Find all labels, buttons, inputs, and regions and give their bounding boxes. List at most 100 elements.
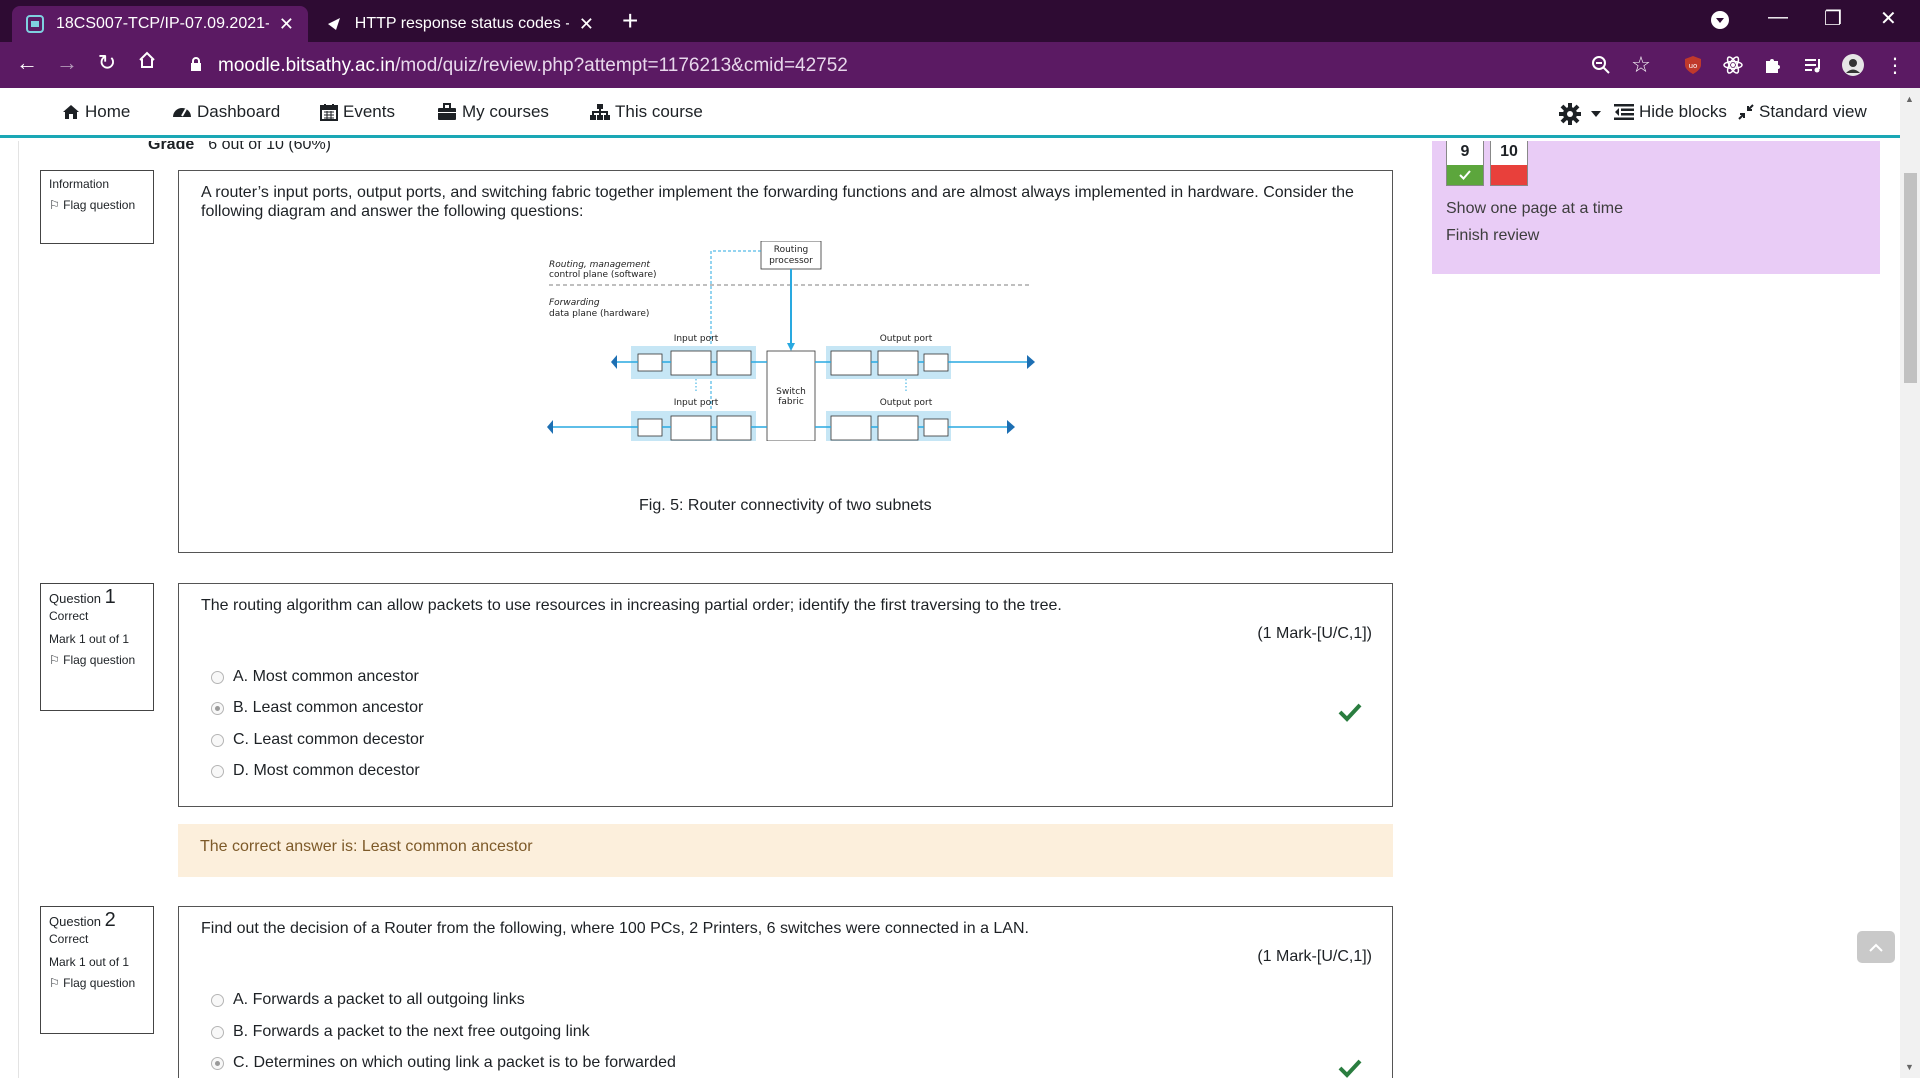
question-1-option-c[interactable]: C. Least common decestor [211,731,424,749]
quiz-nav-button-9[interactable]: 9 [1446,141,1484,186]
option-radio[interactable] [211,733,224,747]
browser-tab-http[interactable]: HTTP response status codes - HT ✕ [312,6,608,42]
option-radio-selected[interactable] [211,1056,224,1070]
flag-question-link[interactable]: ⚐ Flag question [49,976,145,991]
question-1-option-d[interactable]: D. Most common decestor [211,762,420,780]
question-number-value: 2 [104,909,116,931]
question-2-option-c[interactable]: C. Determines on which outing link a pac… [211,1054,676,1072]
question-1-mark: Mark 1 out of 1 [49,632,130,646]
new-tab-button[interactable]: + [622,7,638,35]
standard-view-button[interactable]: Standard view [1738,102,1867,122]
list-outdent-icon [1614,104,1634,120]
nav-dashboard-label: Dashboard [197,102,281,121]
flag-question-link[interactable]: ⚐ Flag question [49,198,145,213]
ublock-icon[interactable]: uo [1680,52,1706,78]
compress-icon [1738,104,1754,120]
quiz-nav-number: 10 [1500,143,1518,160]
option-radio[interactable] [211,1025,224,1039]
nav-events[interactable]: Events [320,102,395,122]
lock-icon[interactable] [190,57,202,77]
hide-blocks-label: Hide blocks [1639,102,1727,121]
flag-label: Flag question [63,976,136,990]
nav-my-courses[interactable]: My courses [437,102,549,122]
diagram-caption: Fig. 5: Router connectivity of two subne… [639,497,932,514]
mdn-favicon-icon [326,15,343,33]
question-2-marks-tag: (1 Mark-[U/C,1]) [1257,948,1372,965]
correct-check-icon [1338,1059,1362,1078]
react-extension-icon[interactable] [1720,52,1746,78]
tab-title: 18CS007-TCP/IP-07.09.2021-FA-I [56,15,269,32]
question-2-text: Find out the decision of a Router from t… [201,920,1029,937]
nav-this-course[interactable]: This course [590,102,703,122]
question-1-option-b[interactable]: B. Least common ancestor [211,699,423,717]
minimize-button[interactable]: — [1768,6,1788,29]
browser-menu-icon[interactable]: ⋮ [1882,52,1908,78]
calendar-icon [320,104,338,121]
back-icon[interactable]: ← [12,50,42,76]
page-scrollbar[interactable]: ▲ ▼ [1900,88,1920,1078]
nav-home[interactable]: Home [62,102,130,122]
data-plane-label-2: data plane (hardware) [549,309,649,319]
restore-button[interactable]: ❐ [1824,6,1842,31]
zoom-icon[interactable] [1588,52,1614,78]
correct-status-icon [1447,165,1483,185]
nav-my-courses-label: My courses [462,102,549,121]
switch-fabric-label-2: fabric [778,397,804,407]
switch-fabric-label-1: Switch [776,387,806,397]
dashboard-icon [173,108,191,117]
profile-dropdown-icon[interactable] [1710,10,1730,36]
question-1-option-a[interactable]: A. Most common ancestor [211,668,419,686]
grade-label: Grade [148,141,195,153]
caret-down-icon [1591,111,1601,117]
question-2-option-a[interactable]: A. Forwards a packet to all outgoing lin… [211,991,525,1009]
option-radio[interactable] [211,764,224,778]
output-port-label-bottom: Output port [880,398,933,408]
option-radio[interactable] [211,993,224,1007]
scrollbar-thumb[interactable] [1904,173,1917,383]
info-text: A router’s input ports, output ports, an… [201,184,1354,220]
standard-view-label: Standard view [1759,102,1867,121]
nav-events-label: Events [343,102,395,121]
gear-icon [1559,103,1581,125]
flag-label: Flag question [63,198,136,212]
quiz-nav-button-10[interactable]: 10 [1490,141,1528,186]
scroll-up-arrow-icon[interactable]: ▲ [1905,94,1914,104]
tab-close-icon[interactable]: ✕ [279,14,294,35]
browser-tab-moodle[interactable]: 18CS007-TCP/IP-07.09.2021-FA-I ✕ [12,6,308,42]
bookmark-star-icon[interactable]: ☆ [1628,52,1654,78]
nav-this-course-label: This course [615,102,703,121]
hide-blocks-button[interactable]: Hide blocks [1614,102,1727,122]
option-radio[interactable] [211,670,224,684]
routing-processor-label-1: Routing [774,245,809,255]
question-2-option-b[interactable]: B. Forwards a packet to the next free ou… [211,1023,590,1041]
forward-icon[interactable]: → [52,50,82,76]
extensions-puzzle-icon[interactable] [1760,52,1786,78]
tab-close-icon[interactable]: ✕ [579,14,594,35]
reload-icon[interactable]: ↻ [92,50,122,76]
control-plane-label-2: control plane (software) [549,270,657,280]
address-bar[interactable]: moodle.bitsathy.ac.in/mod/quiz/review.ph… [218,55,848,77]
flag-label: Flag question [63,653,136,667]
url-path: /mod/quiz/review.php?attempt=1176213&cmi… [395,55,848,76]
media-queue-icon[interactable] [1800,52,1826,78]
show-one-page-link[interactable]: Show one page at a time [1446,200,1623,218]
home-icon [63,105,79,119]
option-radio-selected[interactable] [211,701,224,715]
correct-check-icon [1338,703,1362,722]
question-2-status: Correct [49,932,89,946]
browser-toolbar: ← → ↻ moodle.bitsathy.ac.in/mod/quiz/rev… [0,42,1920,88]
flag-question-link[interactable]: ⚐ Flag question [49,653,145,668]
close-window-button[interactable]: ✕ [1880,6,1897,31]
settings-menu[interactable] [1558,102,1606,126]
home-icon[interactable] [132,50,162,76]
nav-dashboard[interactable]: Dashboard [172,102,280,122]
back-to-top-button[interactable] [1857,931,1895,963]
scroll-down-arrow-icon[interactable]: ▼ [1905,1062,1914,1072]
finish-review-link[interactable]: Finish review [1446,227,1539,245]
tab-title: HTTP response status codes - HT [354,15,569,32]
left-border [18,141,19,1078]
question-2-box: Find out the decision of a Router from t… [178,906,1393,1078]
profile-avatar-icon[interactable] [1840,52,1866,78]
flag-icon: ⚐ [49,198,60,212]
info-item-panel: Information ⚐ Flag question [40,170,154,244]
